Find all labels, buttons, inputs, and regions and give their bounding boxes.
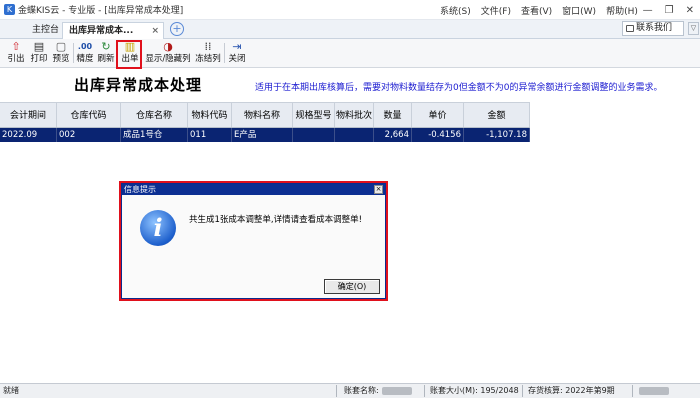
column-header[interactable]: 物料批次 [335,103,374,127]
minimize-icon[interactable]: — [643,5,653,16]
preview-button[interactable]: ▢ 预览 [50,40,72,66]
redacted-value [639,386,669,395]
inventory-period: 存货核算: 2022年第9期 [528,386,615,395]
status-divider [632,385,633,397]
column-header[interactable]: 数量 [374,103,412,127]
redacted-value [381,386,412,395]
restore-icon[interactable]: ❐ [665,5,674,16]
tab-bar: 主控台 出库异常成本... × + [0,20,700,39]
menu-file[interactable]: 文件(F) [481,4,511,17]
usage-hint: 适用于在本期出库核算后，需要对物料数量结存为0但金额不为0的异常余额进行金额调整… [255,83,663,93]
menu-bar: 系统(S) 文件(F) 查看(V) 窗口(W) 帮助(H) [440,0,638,20]
info-dialog: 信息提示 × i 共生成1张成本调整单,详情请查看成本调整单! 确定(O) [121,183,386,299]
dialog-message: 共生成1张成本调整单,详情请查看成本调整单! [189,215,363,225]
status-ready: 就绪 [3,386,19,395]
close-button[interactable]: ⇥ 关闭 [226,40,248,66]
ok-button[interactable]: 确定(O) [324,279,380,294]
tab-main-console[interactable]: 主控台 [26,22,65,39]
column-header[interactable]: 单价 [412,103,464,127]
print-button[interactable]: ▤ 打印 [28,40,50,66]
column-header[interactable]: 仓库名称 [121,103,188,127]
column-header[interactable]: 规格型号 [293,103,335,127]
contact-us-label: 联系我们 [636,23,673,33]
window-controls: — ❐ ✕ [643,0,694,20]
data-grid: 会计期间 仓库代码 仓库名称 物料代码 物料名称 规格型号 物料批次 数量 单价… [0,102,530,142]
export-icon: ⇧ [11,40,21,53]
grid-header: 会计期间 仓库代码 仓库名称 物料代码 物料名称 规格型号 物料批次 数量 单价… [0,102,530,128]
page-title: 出库异常成本处理 [74,76,203,94]
freeze-icon: ⁞⁞ [204,40,212,53]
dialog-title-bar: 信息提示 × [122,184,385,195]
menu-system[interactable]: 系统(S) [440,4,471,17]
menu-window[interactable]: 窗口(W) [562,4,596,17]
account-size: 账套大小(M): 195/2048 [430,386,519,395]
close-icon[interactable]: ✕ [686,5,694,16]
chat-icon [626,25,634,32]
add-tab-icon[interactable]: + [170,22,184,36]
dialog-close-icon[interactable]: × [374,185,383,194]
column-header[interactable]: 仓库代码 [57,103,121,127]
toolbar: ⇧ 引出 ▤ 打印 ▢ 预览 .00 精度 ↻ 刷新 ▥ 出单 ◑ 显示/隐藏列… [0,39,700,68]
title-bar: K 金蝶KIS云 - 专业版 - [出库异常成本处理] 系统(S) 文件(F) … [0,0,700,20]
user-info [636,384,669,398]
show-hide-columns-button[interactable]: ◑ 显示/隐藏列 [144,40,192,66]
highlight-box [116,40,142,69]
tab-close-icon[interactable]: × [151,23,159,40]
menu-help[interactable]: 帮助(H) [606,4,638,17]
column-header[interactable]: 金额 [464,103,530,127]
account-name: 账套名称: [344,384,412,398]
table-row[interactable]: 2022.09 002 成品1号仓 011 E产品 2,664 -0.4156 … [0,128,530,142]
menu-view[interactable]: 查看(V) [521,4,552,17]
tab-exception-cost[interactable]: 出库异常成本... × [62,22,164,39]
refresh-button[interactable]: ↻ 刷新 [95,40,117,66]
tab-label: 出库异常成本... [69,26,134,36]
collapse-toggle-icon[interactable]: ▽ [688,22,699,35]
status-divider [522,385,523,397]
status-bar: 就绪 账套名称: 账套大小(M): 195/2048 存货核算: 2022年第9… [0,383,700,398]
kis-logo-icon: K [4,4,15,15]
column-header[interactable]: 会计期间 [0,103,57,127]
column-header[interactable]: 物料代码 [188,103,232,127]
freeze-columns-button[interactable]: ⁞⁞ 冻结列 [193,40,223,66]
columns-icon: ◑ [163,40,173,53]
refresh-icon: ↻ [101,40,111,53]
info-icon: i [140,210,176,246]
export-button[interactable]: ⇧ 引出 [5,40,27,66]
exit-icon: ⇥ [232,40,242,53]
preview-icon: ▢ [55,40,67,53]
contact-us-button[interactable]: 联系我们 [622,21,684,36]
decimal-icon: .00 [77,42,93,51]
dialog-title: 信息提示 [124,185,156,194]
toolbar-divider [224,43,225,63]
status-divider [424,385,425,397]
status-divider [336,385,337,397]
printer-icon: ▤ [33,40,45,53]
window-title: 金蝶KIS云 - 专业版 - [出库异常成本处理] [18,6,184,16]
column-header[interactable]: 物料名称 [232,103,293,127]
precision-button[interactable]: .00 精度 [74,40,96,66]
